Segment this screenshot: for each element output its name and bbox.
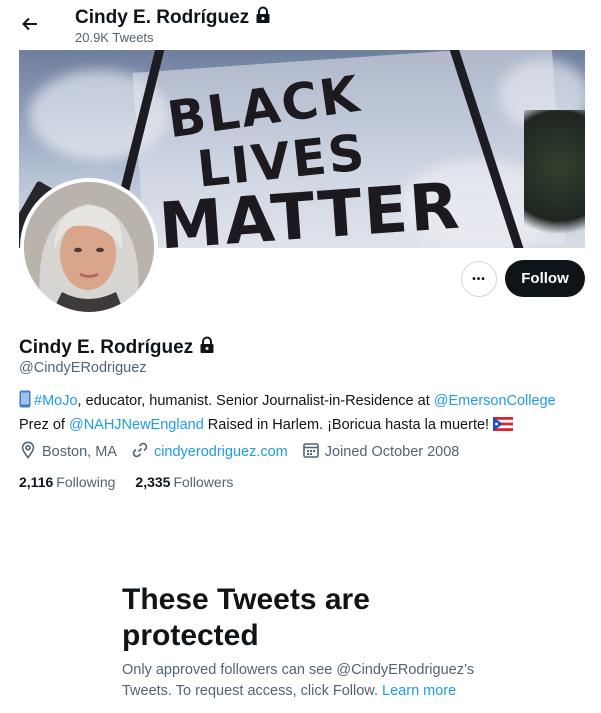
profile-name-text: Cindy E. Rodríguez [19, 337, 194, 358]
follow-button[interactable]: Follow [505, 260, 585, 297]
bio-line-1: #MoJo, educator, humanist. Senior Journa… [19, 390, 589, 415]
bio-text-1: , educator, humanist. Senior Journalist-… [77, 393, 434, 409]
website[interactable]: cindyerodriguez.com [131, 441, 288, 463]
following-stat[interactable]: 2,116 Following [19, 474, 115, 490]
avatar-photo [24, 182, 154, 312]
header-name-text: Cindy E. Rodríguez [75, 7, 250, 28]
location-icon [19, 441, 37, 463]
learn-more-link[interactable]: Learn more [382, 683, 456, 699]
followers-count: 2,335 [135, 474, 171, 490]
followers-stat[interactable]: 2,335 Followers [135, 474, 233, 490]
header-name: Cindy E. Rodríguez [75, 6, 271, 30]
bio-line-2: Prez of @NAHJNewEngland Raised in Harlem… [19, 415, 589, 438]
website-link[interactable]: cindyerodriguez.com [154, 444, 288, 460]
puerto-rico-flag-icon [493, 417, 514, 438]
following-label: Following [56, 474, 116, 490]
joined-text: Joined October 2008 [324, 444, 460, 460]
follow-stats: 2,116 Following 2,335 Followers [19, 474, 253, 490]
location: Boston, MA [19, 441, 117, 463]
calendar-icon [302, 441, 320, 463]
tweet-count: 20.9K Tweets [75, 30, 154, 45]
location-text: Boston, MA [42, 444, 117, 460]
avatar[interactable] [20, 178, 158, 316]
more-options-button[interactable]: ••• [461, 261, 497, 297]
mention-nahjnewengland-link[interactable]: @NAHJNewEngland [69, 417, 204, 433]
lock-icon [255, 6, 271, 30]
bio-text-2-prefix: Prez of [19, 417, 69, 433]
following-count: 2,116 [19, 474, 54, 490]
hashtag-mojo-link[interactable]: #MoJo [34, 393, 78, 409]
more-options-label: ••• [472, 273, 486, 285]
mention-emersoncollege-link[interactable]: @EmersonCollege [434, 393, 556, 409]
top-bar: Cindy E. Rodríguez 20.9K Tweets [0, 0, 601, 50]
profile-meta: Boston, MA cindyerodriguez.com Joined Oc… [19, 441, 473, 463]
protected-message: Only approved followers can see @CindyER… [122, 660, 502, 702]
lock-icon [199, 336, 215, 360]
profile-handle: @CindyERodriguez [19, 360, 147, 376]
link-icon [131, 441, 149, 463]
phone-icon [19, 390, 31, 415]
bio-text-2: Raised in Harlem. ¡Boricua hasta la muer… [203, 417, 494, 433]
profile-bio: #MoJo, educator, humanist. Senior Journa… [19, 390, 589, 438]
profile-name: Cindy E. Rodríguez [19, 336, 215, 360]
protected-title: These Tweets are protected [122, 583, 370, 652]
back-arrow-icon[interactable] [18, 12, 42, 36]
joined-date: Joined October 2008 [302, 441, 460, 463]
followers-label: Followers [173, 474, 234, 490]
